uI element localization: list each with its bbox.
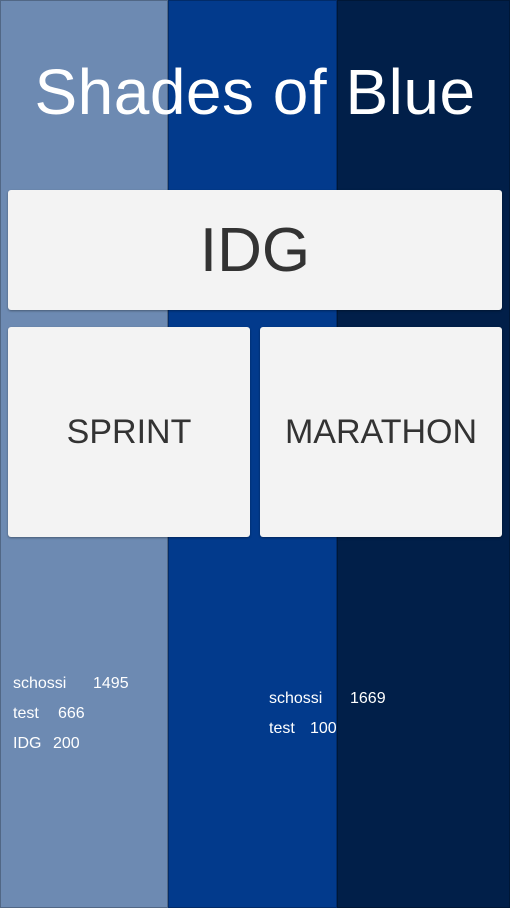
score-value: 666 xyxy=(58,705,85,722)
idg-button[interactable]: IDG xyxy=(8,190,502,310)
score-value: 1495 xyxy=(93,675,129,692)
score-player-name: test xyxy=(13,705,39,722)
score-value: 100 xyxy=(310,720,337,737)
sprint-button[interactable]: SPRINT xyxy=(8,327,250,537)
score-value: 200 xyxy=(53,735,80,752)
score-player-name: IDG xyxy=(13,735,42,752)
score-player-name: schossi xyxy=(269,690,323,707)
score-row: IDG 200 xyxy=(13,729,129,759)
score-row: schossi 1669 xyxy=(269,684,386,714)
score-value: 1669 xyxy=(350,690,386,707)
score-row: schossi 1495 xyxy=(13,669,129,699)
score-player-name: test xyxy=(269,720,295,737)
app-title: Shades of Blue xyxy=(34,56,476,128)
marathon-button[interactable]: MARATHON xyxy=(260,327,502,537)
score-row: test 666 xyxy=(13,699,129,729)
score-row: test 100 xyxy=(269,714,386,744)
marathon-scores-list: schossi 1669 test 100 xyxy=(269,684,386,744)
score-player-name: schossi xyxy=(13,675,67,692)
sprint-scores-list: schossi 1495 test 666 IDG 200 xyxy=(13,669,129,759)
